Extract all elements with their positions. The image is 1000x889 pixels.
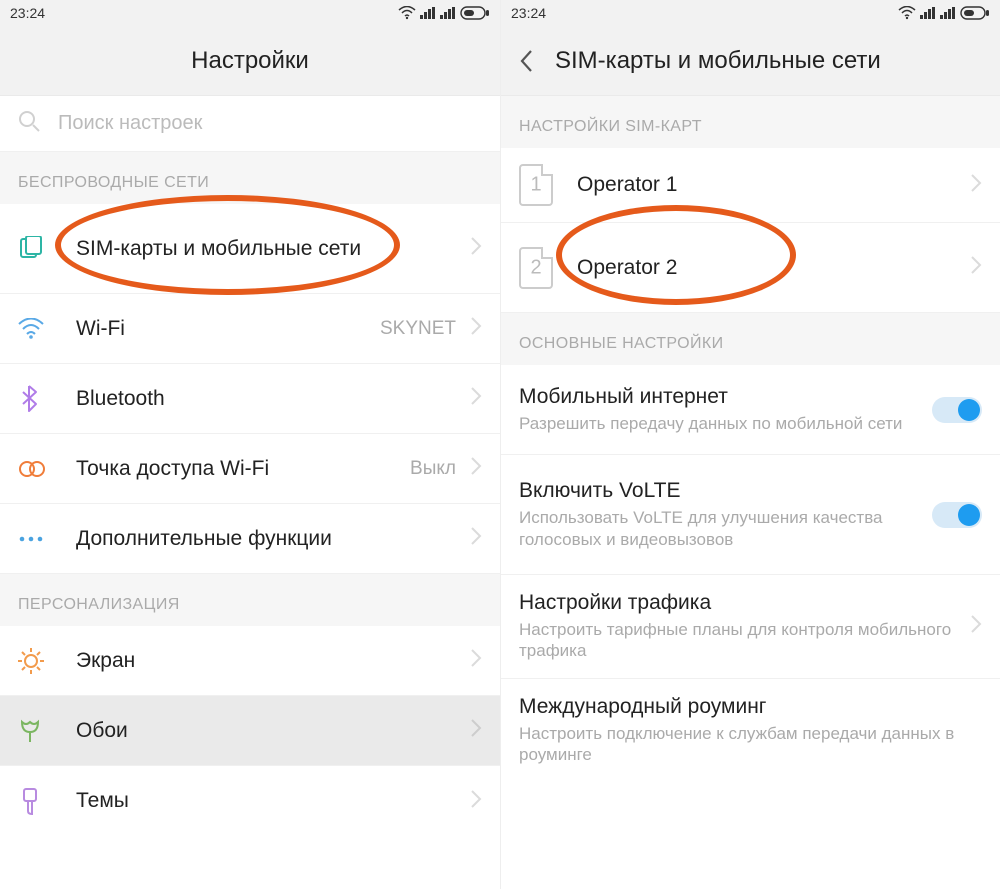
row-label: Дополнительные функции (76, 527, 470, 551)
chevron-right-icon (470, 648, 482, 673)
statusbar: 23:24 (0, 0, 500, 26)
row-label: Темы (76, 789, 470, 813)
chevron-right-icon (470, 316, 482, 341)
signal-icon (940, 7, 956, 19)
mobile-data-toggle[interactable] (932, 397, 982, 423)
row-subtitle: Разрешить передачу данных по мобильной с… (519, 413, 932, 434)
row-subtitle: Использовать VoLTE для улучшения качеств… (519, 507, 932, 550)
bluetooth-icon (18, 385, 58, 413)
chevron-right-icon (970, 255, 982, 280)
chevron-right-icon (970, 173, 982, 198)
statusbar-time: 23:24 (10, 5, 45, 21)
page-title: Настройки (191, 47, 309, 75)
chevron-right-icon (470, 718, 482, 743)
screen-settings-main: 23:24 Настройки Поиск настроек БЕСПРОВОД… (0, 0, 500, 889)
row-title: Настройки трафика (519, 591, 970, 615)
row-label: Экран (76, 649, 470, 673)
row-label: Обои (76, 719, 470, 743)
tulip-icon (18, 718, 58, 744)
row-bluetooth[interactable]: Bluetooth (0, 364, 500, 434)
statusbar: 23:24 (501, 0, 1000, 26)
title-bar: Настройки (0, 26, 500, 96)
row-volte[interactable]: Включить VoLTE Использовать VoLTE для ул… (501, 455, 1000, 575)
wifi-icon (18, 318, 58, 340)
section-header-main: ОСНОВНЫЕ НАСТРОЙКИ (501, 313, 1000, 365)
page-title: SIM-карты и мобильные сети (555, 47, 881, 75)
row-label: Точка доступа Wi-Fi (76, 457, 410, 481)
sim-slot-icon: 2 (519, 247, 553, 289)
statusbar-icons (398, 6, 490, 20)
row-value: Выкл (410, 458, 456, 480)
chevron-right-icon (470, 526, 482, 551)
section-header-personalization: ПЕРСОНАЛИЗАЦИЯ (0, 574, 500, 626)
chevron-right-icon (470, 456, 482, 481)
sim-slot-icon: 1 (519, 164, 553, 206)
title-bar: SIM-карты и мобильные сети (501, 26, 1000, 96)
row-more-functions[interactable]: Дополнительные функции (0, 504, 500, 574)
statusbar-icons (898, 6, 990, 20)
row-title: Международный роуминг (519, 695, 982, 719)
signal-icon (420, 7, 436, 19)
chevron-right-icon (470, 386, 482, 411)
row-wifi[interactable]: Wi-Fi SKYNET (0, 294, 500, 364)
search-icon (18, 110, 40, 137)
wifi-icon (398, 6, 416, 20)
chevron-left-icon (519, 49, 533, 73)
chevron-right-icon (970, 614, 982, 639)
row-label: Operator 2 (577, 256, 970, 280)
row-wallpaper[interactable]: Обои (0, 696, 500, 766)
row-traffic[interactable]: Настройки трафика Настроить тарифные пла… (501, 575, 1000, 679)
row-subtitle: Настроить тарифные планы для контроля мо… (519, 619, 970, 662)
brush-icon (18, 787, 58, 815)
row-subtitle: Настроить подключение к службам передачи… (519, 723, 982, 766)
row-label: SIM-карты и мобильные сети (76, 237, 470, 261)
signal-icon (440, 7, 456, 19)
battery-icon (460, 6, 490, 20)
search-placeholder: Поиск настроек (58, 112, 202, 135)
hotspot-icon (18, 459, 58, 479)
row-themes[interactable]: Темы (0, 766, 500, 836)
row-sim-cards[interactable]: SIM-карты и мобильные сети (0, 204, 500, 294)
row-label: Operator 1 (577, 173, 970, 197)
row-display[interactable]: Экран (0, 626, 500, 696)
row-label: Wi-Fi (76, 317, 380, 341)
row-sim2[interactable]: 2 Operator 2 (501, 223, 1000, 313)
section-header-wireless: БЕСПРОВОДНЫЕ СЕТИ (0, 152, 500, 204)
chevron-right-icon (470, 789, 482, 814)
section-header-sim: НАСТРОЙКИ SIM-КАРТ (501, 96, 1000, 148)
row-title: Включить VoLTE (519, 479, 932, 503)
screen-sim-settings: 23:24 SIM-карты и мобильные сети НАСТРОЙ… (500, 0, 1000, 889)
row-label: Bluetooth (76, 387, 470, 411)
more-icon (18, 534, 58, 544)
signal-icon (920, 7, 936, 19)
row-hotspot[interactable]: Точка доступа Wi-Fi Выкл (0, 434, 500, 504)
row-roaming[interactable]: Международный роуминг Настроить подключе… (501, 679, 1000, 782)
row-sim1[interactable]: 1 Operator 1 (501, 148, 1000, 223)
row-value: SKYNET (380, 318, 456, 340)
search-input[interactable]: Поиск настроек (0, 96, 500, 152)
sim-icon (18, 236, 58, 262)
back-button[interactable] (519, 26, 533, 95)
row-mobile-data[interactable]: Мобильный интернет Разрешить передачу да… (501, 365, 1000, 455)
sun-icon (18, 648, 58, 674)
battery-icon (960, 6, 990, 20)
statusbar-time: 23:24 (511, 5, 546, 21)
row-title: Мобильный интернет (519, 385, 932, 409)
chevron-right-icon (470, 236, 482, 261)
volte-toggle[interactable] (932, 502, 982, 528)
wifi-icon (898, 6, 916, 20)
